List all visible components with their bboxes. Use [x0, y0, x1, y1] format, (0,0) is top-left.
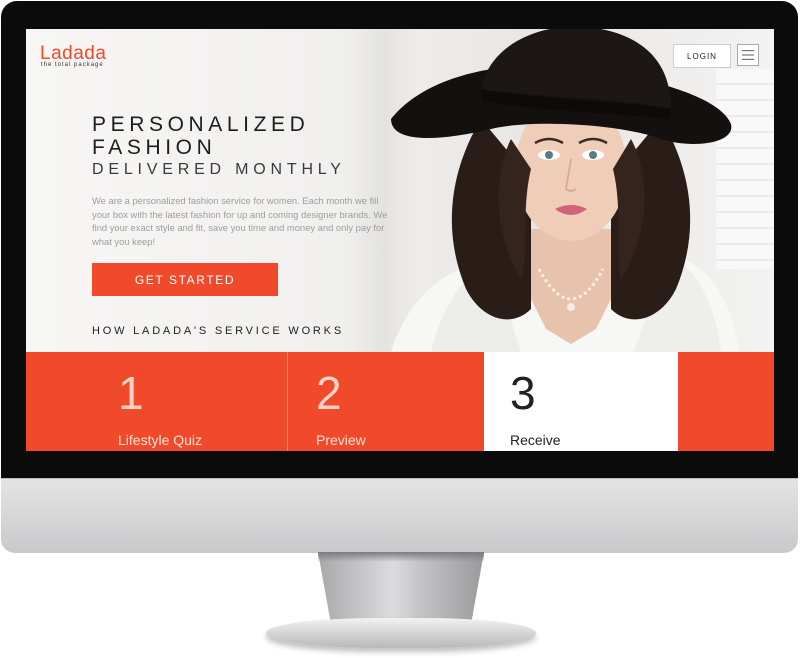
- hero-intro-text: We are a personalized fashion service fo…: [92, 195, 388, 247]
- step-card-4[interactable]: [678, 352, 774, 451]
- step-card-2[interactable]: 2 Preview: [288, 352, 484, 451]
- stand-shadow: [318, 552, 484, 562]
- step-label: Lifestyle Quiz: [118, 432, 203, 448]
- imac-monitor: Ladada the total package LOGIN PERSONALI…: [0, 0, 800, 658]
- monitor-stand: [318, 552, 484, 626]
- step-card-1[interactable]: 1 Lifestyle Quiz: [26, 352, 288, 451]
- step-label: Preview: [316, 432, 366, 448]
- monitor-chin: [1, 478, 798, 553]
- hero-subheadline: DELIVERED MONTHLY: [92, 161, 346, 178]
- menu-button[interactable]: [737, 44, 759, 66]
- hero-headline-line1: PERSONALIZED: [92, 113, 310, 136]
- step-number: 2: [316, 367, 342, 419]
- step-label: Receive: [510, 432, 561, 448]
- steps-band: 1 Lifestyle Quiz 2 Preview 3 Receive: [26, 352, 774, 451]
- step-number: 3: [510, 367, 536, 419]
- hero-model-image: [371, 29, 771, 352]
- monitor-base: [266, 618, 536, 648]
- website-screen: Ladada the total package LOGIN PERSONALI…: [26, 29, 774, 451]
- login-button[interactable]: LOGIN: [673, 44, 731, 68]
- step-number: 1: [118, 367, 144, 419]
- hero-headline-line2: FASHION: [92, 136, 217, 159]
- get-started-button[interactable]: GET STARTED: [92, 263, 278, 296]
- hamburger-menu-icon: [742, 50, 754, 60]
- brand-tagline: the total package: [41, 62, 104, 68]
- step-card-3[interactable]: 3 Receive: [484, 352, 678, 451]
- how-it-works-title: HOW LADADA'S SERVICE WORKS: [92, 325, 344, 337]
